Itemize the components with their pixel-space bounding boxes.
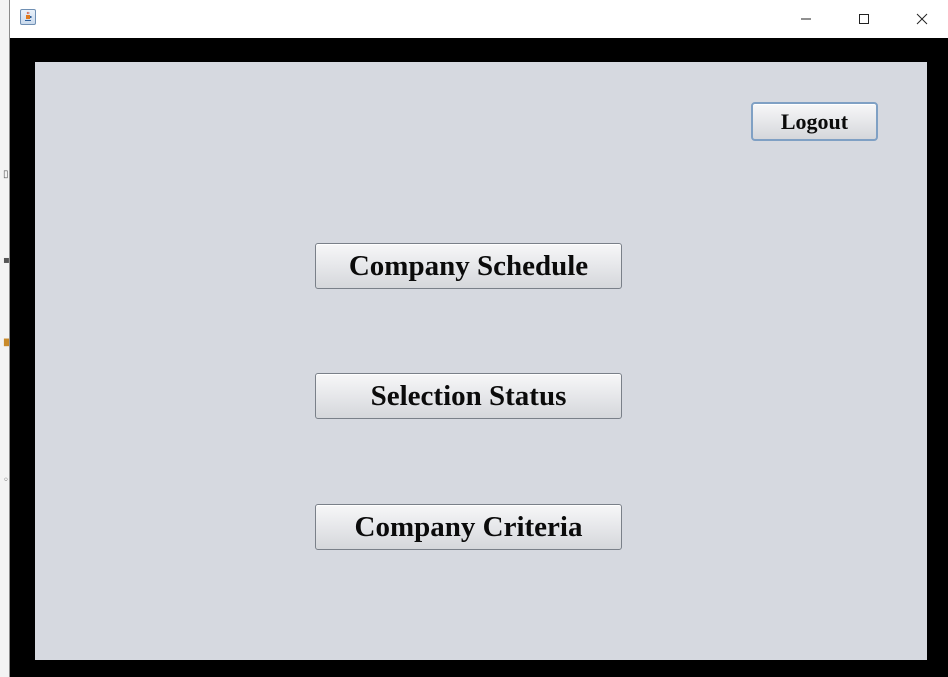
title-bar[interactable]	[10, 0, 948, 38]
application-window: Logout Company Schedule Selection Status…	[9, 0, 948, 677]
close-icon	[916, 13, 928, 25]
maximize-button[interactable]	[835, 0, 893, 38]
company-criteria-button[interactable]: Company Criteria	[315, 504, 622, 550]
maximize-icon	[859, 14, 869, 24]
logout-button[interactable]: Logout	[751, 102, 878, 141]
close-button[interactable]	[893, 0, 948, 38]
java-app-icon[interactable]	[20, 9, 36, 25]
main-panel: Logout Company Schedule Selection Status…	[35, 62, 927, 660]
background-desktop-edge: ▯ ▪ ■ ◦	[0, 0, 12, 677]
minimize-button[interactable]	[777, 0, 835, 38]
selection-status-button[interactable]: Selection Status	[315, 373, 622, 419]
company-schedule-button[interactable]: Company Schedule	[315, 243, 622, 289]
minimize-icon	[801, 18, 811, 20]
